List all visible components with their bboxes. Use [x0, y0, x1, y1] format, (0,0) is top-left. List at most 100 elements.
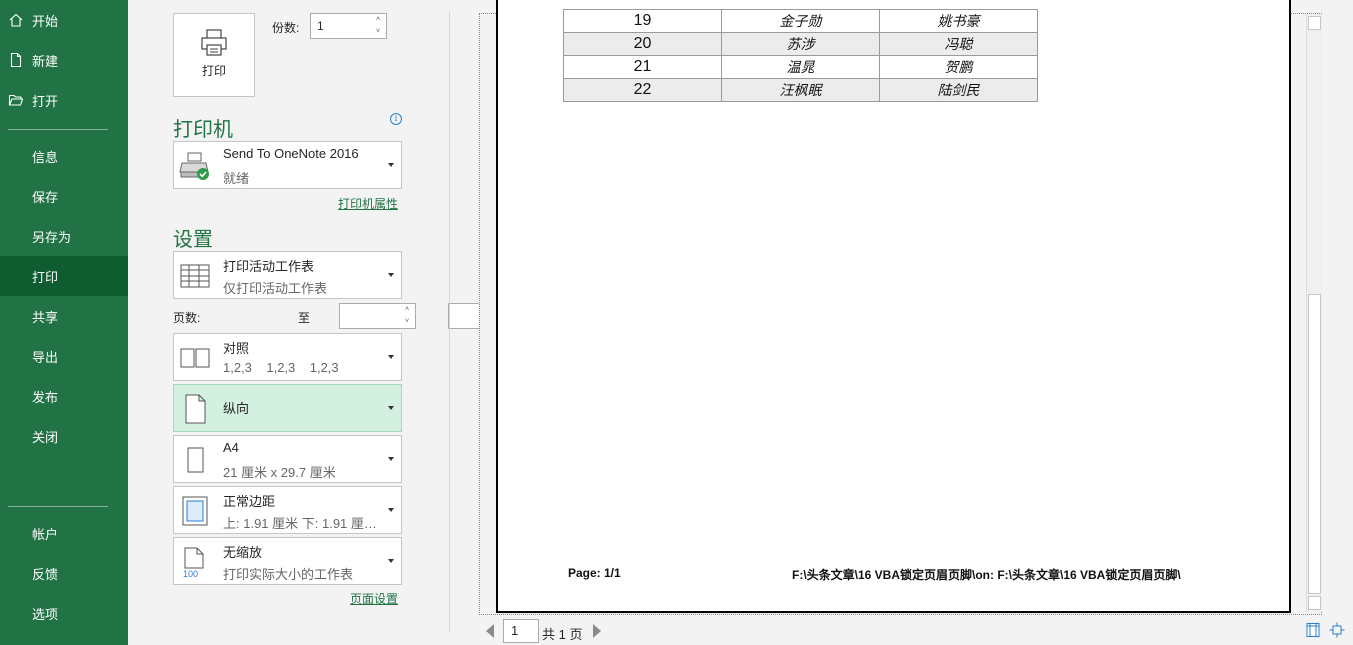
- backstage-nav: 开始 新建 打开 信息 保存 另存为 打印 共享 导出 发布 关闭 帐户 反馈 …: [0, 0, 128, 645]
- print-scope-dropdown[interactable]: 打印活动工作表 仅打印活动工作表: [173, 251, 402, 299]
- printer-name: Send To OneNote 2016: [223, 146, 359, 161]
- margins-title: 正常边距: [223, 494, 276, 509]
- table-row: 20 苏涉 冯聪: [563, 32, 1038, 56]
- chevron-down-icon: [388, 508, 394, 512]
- name-cell: 金子勋: [721, 9, 880, 33]
- settings-heading: 设置: [173, 227, 213, 251]
- nav-options[interactable]: 选项: [0, 593, 128, 633]
- chevron-down-icon: [388, 406, 394, 410]
- next-page-icon[interactable]: [593, 624, 601, 638]
- scroll-thumb[interactable]: [1308, 294, 1321, 594]
- row-number: 20: [563, 32, 722, 56]
- home-icon: [9, 13, 23, 27]
- printer-status: 就绪: [223, 171, 250, 186]
- chevron-down-icon: [388, 559, 394, 563]
- scaling-subtitle: 打印实际大小的工作表: [223, 567, 354, 582]
- nav-share-label: 共享: [32, 309, 59, 325]
- no-scaling-icon: 100: [183, 547, 204, 578]
- name-cell: 陆剑民: [879, 78, 1038, 102]
- nav-publish-label: 发布: [32, 389, 59, 405]
- current-page-input[interactable]: 1: [503, 619, 539, 643]
- margins-subtitle: 上: 1.91 厘米 下: 1.91 厘米 左: 1.78 厘米 右: 1.78…: [223, 516, 383, 531]
- portrait-page-icon: [185, 394, 206, 424]
- nav-open[interactable]: 打开: [0, 80, 128, 120]
- nav-home[interactable]: 开始: [0, 0, 128, 40]
- nav-publish[interactable]: 发布: [0, 376, 128, 416]
- stepper-up-icon[interactable]: ˄: [374, 16, 382, 24]
- nav-save[interactable]: 保存: [0, 176, 128, 216]
- print-button-label: 打印: [201, 64, 226, 78]
- nav-account-label: 帐户: [32, 526, 59, 542]
- row-number: 22: [563, 78, 722, 102]
- nav-close[interactable]: 关闭: [0, 416, 128, 456]
- chevron-down-icon: [388, 355, 394, 359]
- previous-page-icon[interactable]: [486, 624, 494, 638]
- scaling-dropdown[interactable]: 100 无缩放 打印实际大小的工作表: [173, 537, 402, 585]
- name-cell: 贺鹏: [879, 55, 1038, 79]
- paper-size-title: A4: [223, 440, 239, 455]
- table-row: 22 汪枫眠 陆剑民: [563, 78, 1038, 102]
- row-number: 19: [563, 9, 722, 33]
- paper-size-dropdown[interactable]: A4 21 厘米 x 29.7 厘米: [173, 435, 402, 483]
- nav-print-label: 打印: [32, 269, 59, 285]
- collate-title: 对照: [223, 341, 250, 356]
- nav-export-label: 导出: [32, 349, 59, 365]
- table-row: 21 温晁 贺鹏: [563, 55, 1038, 79]
- printer-dropdown[interactable]: Send To OneNote 2016 就绪: [173, 141, 402, 189]
- preview-scrollbar[interactable]: [1306, 14, 1322, 612]
- print-button[interactable]: 打印: [173, 13, 255, 97]
- scroll-up-icon[interactable]: [1308, 16, 1321, 30]
- show-margins-icon[interactable]: [1305, 622, 1321, 638]
- margins-dropdown[interactable]: 正常边距 上: 1.91 厘米 下: 1.91 厘米 左: 1.78 厘米 右:…: [173, 486, 402, 534]
- nav-info[interactable]: 信息: [0, 136, 128, 176]
- orientation-title: 纵向: [223, 401, 250, 416]
- stepper-down-icon[interactable]: ˅: [403, 318, 411, 326]
- print-settings-panel: 打印 份数: 1 ˄ ˅ 打印机 i Send To OneNote 2016 …: [128, 0, 525, 645]
- margins-icon: [182, 496, 208, 526]
- nav-save-as[interactable]: 另存为: [0, 216, 128, 256]
- nav-open-label: 打开: [32, 93, 59, 109]
- nav-feedback-label: 反馈: [32, 566, 59, 582]
- nav-save-label: 保存: [32, 189, 59, 205]
- panel-divider: [449, 12, 450, 632]
- name-cell: 苏涉: [721, 32, 880, 56]
- copies-stepper[interactable]: 1 ˄ ˅: [310, 13, 387, 39]
- name-cell: 冯聪: [879, 32, 1038, 56]
- stepper-down-icon[interactable]: ˅: [374, 28, 382, 36]
- nav-feedback[interactable]: 反馈: [0, 553, 128, 593]
- pages-to-label: 至: [298, 311, 311, 325]
- scaling-title: 无缩放: [223, 545, 263, 560]
- stepper-up-icon[interactable]: ˄: [403, 306, 411, 314]
- info-icon[interactable]: i: [390, 113, 402, 125]
- excel-backstage-print: 开始 新建 打开 信息 保存 另存为 打印 共享 导出 发布 关闭 帐户 反馈 …: [0, 0, 1353, 645]
- printer-properties-link[interactable]: 打印机属性: [338, 195, 398, 212]
- collate-dropdown[interactable]: 对照 1,2,3 1,2,3 1,2,3: [173, 333, 402, 381]
- zoom-to-page-icon[interactable]: [1329, 622, 1345, 638]
- nav-new[interactable]: 新建: [0, 40, 128, 80]
- name-cell: 汪枫眠: [721, 78, 880, 102]
- printer-heading: 打印机: [173, 117, 233, 141]
- copies-label: 份数:: [272, 21, 300, 35]
- chevron-down-icon: [388, 457, 394, 461]
- nav-account[interactable]: 帐户: [0, 513, 128, 553]
- nav-share[interactable]: 共享: [0, 296, 128, 336]
- scroll-down-icon[interactable]: [1308, 596, 1321, 610]
- nav-divider: [8, 129, 108, 130]
- nav-new-label: 新建: [32, 53, 59, 69]
- copies-value: 1: [317, 19, 324, 33]
- orientation-dropdown[interactable]: 纵向: [173, 384, 402, 432]
- new-document-icon: [10, 52, 22, 68]
- printer-icon: [201, 29, 227, 56]
- printer-ready-icon: [179, 152, 209, 180]
- print-scope-subtitle: 仅打印活动工作表: [223, 281, 328, 296]
- nav-print[interactable]: 打印: [0, 256, 128, 296]
- open-folder-icon: [8, 94, 24, 106]
- page-total: 共 1 页: [542, 627, 583, 642]
- pages-from-stepper[interactable]: ˄ ˅: [339, 303, 416, 329]
- row-number: 21: [563, 55, 722, 79]
- page-setup-link[interactable]: 页面设置: [350, 590, 398, 607]
- name-cell: 温晁: [721, 55, 880, 79]
- nav-info-label: 信息: [32, 149, 59, 165]
- nav-export[interactable]: 导出: [0, 336, 128, 376]
- chevron-down-icon: [388, 273, 394, 277]
